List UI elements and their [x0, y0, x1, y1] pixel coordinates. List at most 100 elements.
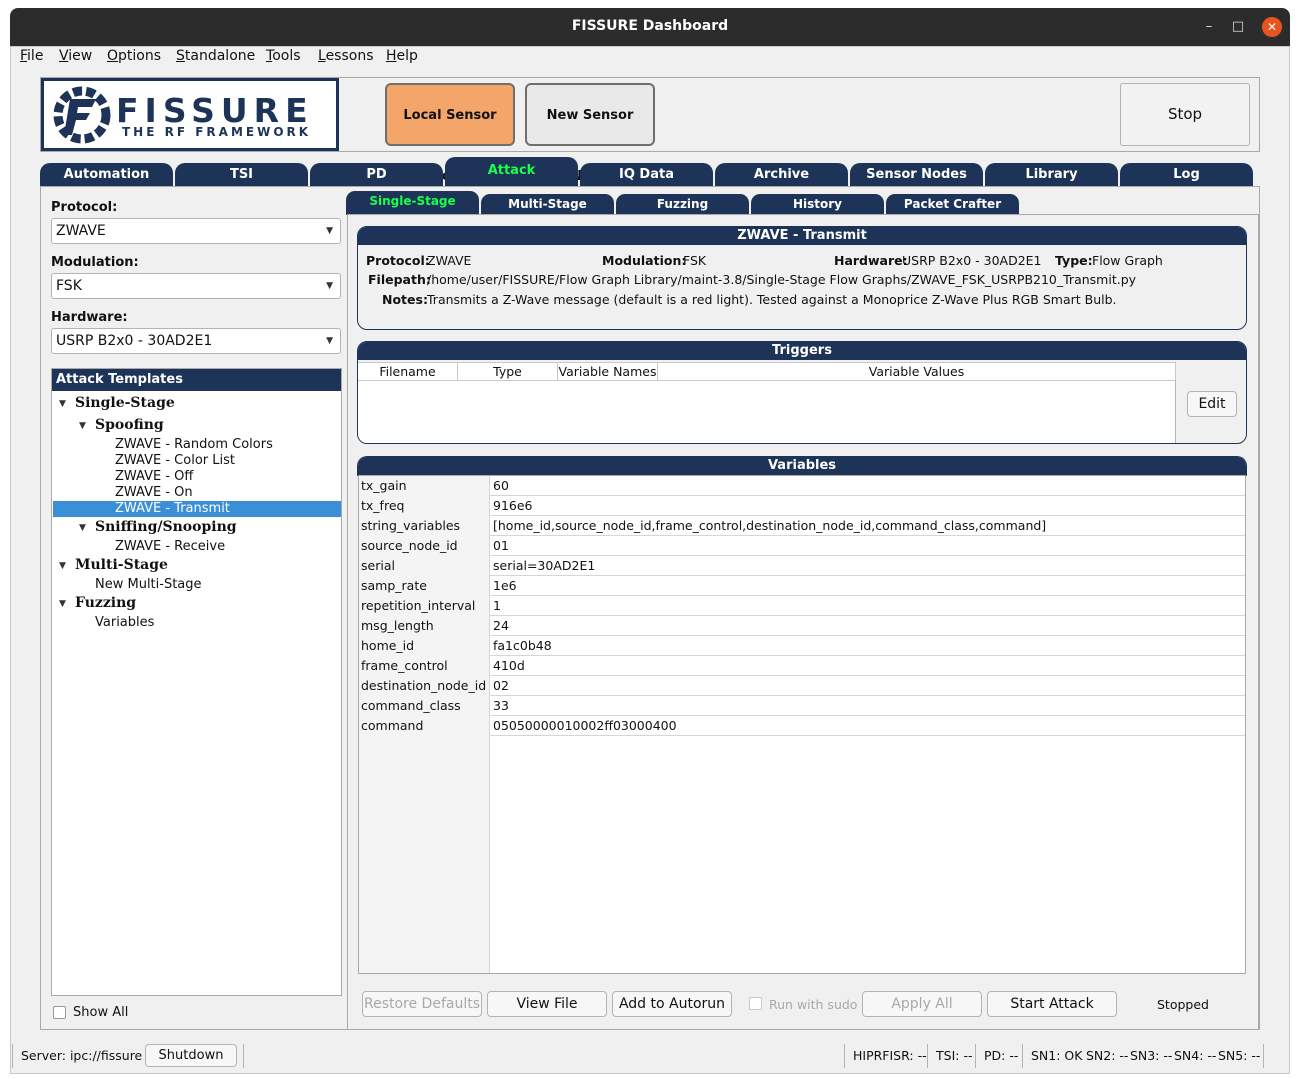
tab-log[interactable]: Log [1120, 163, 1253, 187]
tree-item-transmit[interactable]: ZWAVE - Transmit [115, 501, 230, 516]
menu-tools[interactable]: Tools [266, 48, 301, 64]
hardware-label: Hardware: [51, 310, 128, 325]
tree-item-variables[interactable]: Variables [95, 615, 154, 630]
table-row[interactable]: string_variables [home_id,source_node_id,… [359, 516, 1245, 536]
table-row[interactable]: destination_node_id 02 [359, 676, 1245, 696]
tree-item-receive[interactable]: ZWAVE - Receive [115, 539, 225, 554]
minimize-icon[interactable]: – [1199, 17, 1219, 37]
col-filename[interactable]: Filename [358, 363, 458, 381]
menu-options[interactable]: Options [107, 48, 161, 64]
table-row[interactable]: samp_rate 1e6 [359, 576, 1245, 596]
tree-group-multi-stage[interactable]: Multi-Stage [75, 557, 168, 573]
start-attack-button[interactable]: Start Attack [987, 991, 1117, 1017]
tab-iq-data[interactable]: IQ Data [580, 163, 713, 187]
col-variable-values[interactable]: Variable Values [658, 363, 1176, 381]
tab-pd[interactable]: PD [310, 163, 443, 187]
tab-archive[interactable]: Archive [715, 163, 848, 187]
tab-tsi[interactable]: TSI [175, 163, 308, 187]
table-row[interactable]: repetition_interval 1 [359, 596, 1245, 616]
variable-value[interactable]: 05050000010002ff03000400 [493, 716, 677, 736]
new-sensor-node-button[interactable]: New Sensor Node [525, 83, 655, 184]
expand-arrow-icon[interactable]: ▼ [59, 399, 66, 409]
menu-view[interactable]: View [59, 48, 92, 64]
variable-value[interactable]: 33 [493, 696, 509, 716]
subtab-packet-crafter[interactable]: Packet Crafter [886, 194, 1019, 215]
modulation-combo[interactable]: FSK ▼ [51, 273, 341, 299]
variable-value[interactable]: 01 [493, 536, 509, 556]
table-row[interactable]: tx_gain 60 [359, 476, 1245, 496]
tab-attack[interactable]: Attack [445, 157, 578, 187]
col-variable-names[interactable]: Variable Names [558, 363, 658, 381]
run-with-sudo-checkbox[interactable] [749, 997, 762, 1010]
variable-value[interactable]: 24 [493, 616, 509, 636]
table-row[interactable]: home_id fa1c0b48 [359, 636, 1245, 656]
close-icon[interactable]: ✕ [1262, 17, 1282, 37]
triggers-table[interactable]: Filename Type Variable Names Variable Va… [358, 362, 1176, 443]
table-row[interactable]: tx_freq 916e6 [359, 496, 1245, 516]
tree-group-fuzzing[interactable]: Fuzzing [75, 595, 136, 611]
variable-value[interactable]: 1 [493, 596, 501, 616]
restore-defaults-button[interactable]: Restore Defaults [362, 991, 482, 1017]
menu-lessons[interactable]: Lessons [318, 48, 374, 64]
variable-value[interactable]: [home_id,source_node_id,frame_control,de… [493, 516, 1046, 536]
protocol-combo[interactable]: ZWAVE ▼ [51, 218, 341, 244]
info-filepath-label: Filepath: [368, 272, 431, 287]
stop-button[interactable]: Stop [1120, 83, 1250, 146]
table-row[interactable]: command_class 33 [359, 696, 1245, 716]
edit-triggers-button[interactable]: Edit [1187, 391, 1237, 417]
local-sensor-node-button[interactable]: Local Sensor Node [385, 83, 515, 184]
tree-item-new-multi-stage[interactable]: New Multi-Stage [95, 577, 202, 592]
variable-name: string_variables [359, 516, 490, 536]
tab-library[interactable]: Library [985, 163, 1118, 187]
subtab-history[interactable]: History [751, 194, 884, 215]
expand-arrow-icon[interactable]: ▼ [79, 523, 86, 533]
view-file-button[interactable]: View File [487, 991, 607, 1017]
tree-item-on[interactable]: ZWAVE - On [115, 485, 193, 500]
expand-arrow-icon[interactable]: ▼ [79, 421, 86, 431]
tree-item-random-colors[interactable]: ZWAVE - Random Colors [115, 437, 273, 452]
table-row[interactable]: msg_length 24 [359, 616, 1245, 636]
expand-arrow-icon[interactable]: ▼ [59, 599, 66, 609]
show-all-checkbox[interactable] [53, 1006, 66, 1019]
server-address: Server: ipc://fissure [21, 1048, 143, 1063]
tree-item-off[interactable]: ZWAVE - Off [115, 469, 193, 484]
menu-file[interactable]: File [20, 48, 43, 64]
table-row[interactable]: source_node_id 01 [359, 536, 1245, 556]
subtab-multi-stage[interactable]: Multi-Stage [481, 194, 614, 215]
tree-item-color-list[interactable]: ZWAVE - Color List [115, 453, 235, 468]
tree-group-sniffing[interactable]: Sniffing/Snooping [95, 519, 237, 535]
menu-standalone[interactable]: Standalone [176, 48, 255, 64]
sn3-status: SN3: -- [1130, 1048, 1173, 1063]
tab-sensor-nodes[interactable]: Sensor Nodes [850, 163, 983, 187]
variable-value[interactable]: 410d [493, 656, 525, 676]
hardware-combo[interactable]: USRP B2x0 - 30AD2E1 ▼ [51, 328, 341, 354]
hardware-combo-value: USRP B2x0 - 30AD2E1 [56, 333, 213, 349]
menu-help[interactable]: Help [386, 48, 418, 64]
add-to-autorun-button[interactable]: Add to Autorun [612, 991, 732, 1017]
variable-name: tx_gain [359, 476, 490, 496]
variable-value[interactable]: 916e6 [493, 496, 533, 516]
shutdown-button[interactable]: Shutdown [145, 1044, 237, 1067]
variable-name: home_id [359, 636, 490, 656]
expand-arrow-icon[interactable]: ▼ [59, 561, 66, 571]
subtab-single-stage[interactable]: Single-Stage [346, 191, 479, 215]
variables-table[interactable]: tx_gain 60 tx_freq 916e6 string_variables[… [358, 475, 1246, 974]
modulation-combo-value: FSK [56, 278, 82, 294]
table-row[interactable]: serial serial=30AD2E1 [359, 556, 1245, 576]
hiprfisr-status: HIPRFISR: -- [853, 1048, 927, 1063]
variable-value[interactable]: fa1c0b48 [493, 636, 552, 656]
subtab-fuzzing[interactable]: Fuzzing [616, 194, 749, 215]
apply-all-button[interactable]: Apply All [862, 991, 982, 1017]
tree-group-single-stage[interactable]: Single-Stage [75, 395, 175, 411]
tsi-status: TSI: -- [936, 1048, 973, 1063]
variable-value[interactable]: serial=30AD2E1 [493, 556, 595, 576]
maximize-icon[interactable]: □ [1228, 17, 1248, 37]
table-row[interactable]: frame_control 410d [359, 656, 1245, 676]
variable-value[interactable]: 1e6 [493, 576, 517, 596]
variable-value[interactable]: 60 [493, 476, 509, 496]
col-type[interactable]: Type [458, 363, 558, 381]
variable-value[interactable]: 02 [493, 676, 509, 696]
tree-group-spoofing[interactable]: Spoofing [95, 417, 164, 433]
table-row[interactable]: command 05050000010002ff03000400 [359, 716, 1245, 736]
tab-automation[interactable]: Automation [40, 163, 173, 187]
